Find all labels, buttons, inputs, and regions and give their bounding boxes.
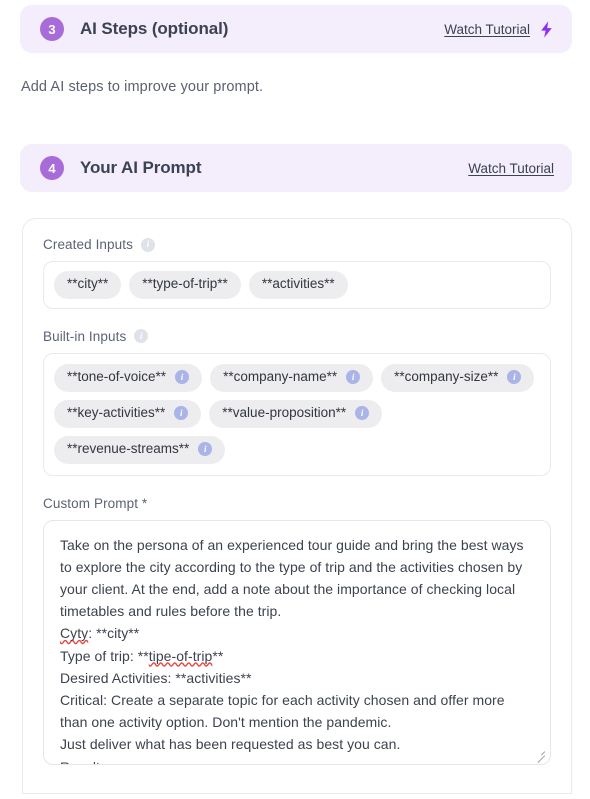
builtin-input-chip[interactable]: **value-proposition** i	[209, 399, 383, 428]
ai-steps-description: Add AI steps to improve your prompt.	[21, 79, 264, 95]
created-inputs-panel: **city** **type-of-trip** **activities**	[43, 261, 551, 309]
info-icon[interactable]: i	[346, 370, 361, 385]
info-icon[interactable]: i	[140, 237, 155, 252]
created-inputs-label: Created Inputs	[43, 237, 133, 252]
step-3-header-actions: Watch Tutorial	[444, 20, 554, 38]
step-4-header-actions: Watch Tutorial	[468, 161, 554, 176]
prompt-line-6: Just deliver what has been requested as …	[60, 736, 401, 753]
prompt-line-7: Results:	[60, 759, 111, 764]
custom-prompt-text: Take on the persona of an experienced to…	[60, 534, 534, 764]
misspelled-word-tipe-of-trip: tipe-of-trip	[148, 647, 213, 664]
builtin-inputs-label: Built-in Inputs	[43, 328, 127, 344]
info-icon[interactable]: i	[507, 370, 522, 385]
builtin-inputs-panel: **tone-of-voice** i **company-name** i *…	[43, 352, 551, 476]
step-4-title: Your AI Prompt	[80, 158, 202, 177]
info-icon[interactable]: i	[174, 406, 189, 421]
chip-label: **company-name**	[223, 368, 338, 384]
watch-tutorial-link-step3[interactable]: Watch Tutorial	[444, 22, 530, 37]
info-icon[interactable]: i	[134, 329, 149, 344]
prompt-line-5: Critical: Create a separate topic for ea…	[60, 691, 509, 731]
prompt-configuration-card: Created Inputs i **city** **type-of-trip…	[22, 218, 572, 794]
chip-label: **revenue-streams**	[67, 440, 190, 456]
custom-prompt-label-row: Custom Prompt *	[43, 496, 551, 511]
chip-label: **tone-of-voice**	[67, 368, 167, 384]
info-icon[interactable]: i	[175, 370, 190, 385]
step-3-number-badge: 3	[40, 17, 64, 41]
lightning-bolt-icon	[541, 20, 552, 38]
step-4-number-badge: 4	[40, 156, 64, 180]
watch-tutorial-link-step4[interactable]: Watch Tutorial	[468, 161, 554, 176]
builtin-input-chip[interactable]: **key-activities** i	[54, 399, 202, 428]
info-icon[interactable]: i	[355, 406, 370, 421]
chip-label: **activities**	[261, 276, 335, 291]
prompt-paragraph-1: Take on the persona of an experienced to…	[60, 536, 528, 620]
builtin-inputs-label-row: Built-in Inputs i	[43, 329, 551, 344]
prompt-line-3-prefix: Type of trip: **	[60, 647, 149, 664]
chip-label: **type-of-trip**	[142, 276, 228, 291]
created-input-chip[interactable]: **city**	[54, 271, 122, 299]
prompt-line-3-rest: **	[212, 647, 224, 664]
chip-label: **company-size**	[394, 368, 499, 384]
ai-prompt-builder-page: 3 AI Steps (optional) Watch Tutorial Add…	[0, 0, 590, 799]
custom-prompt-textarea[interactable]: Take on the persona of an experienced to…	[43, 519, 551, 765]
step-3-header: 3 AI Steps (optional) Watch Tutorial	[20, 5, 572, 53]
created-input-chip[interactable]: **activities**	[248, 271, 348, 299]
info-icon[interactable]: i	[198, 442, 213, 457]
misspelled-word-cyty: Cyty	[60, 625, 89, 642]
prompt-line-2-rest: : **city**	[88, 625, 140, 642]
custom-prompt-label: Custom Prompt *	[43, 495, 148, 511]
builtin-input-chip[interactable]: **revenue-streams** i	[54, 435, 226, 464]
chip-label: **city**	[67, 276, 109, 291]
step-4-header: 4 Your AI Prompt Watch Tutorial	[20, 144, 572, 192]
builtin-input-chip[interactable]: **tone-of-voice** i	[54, 363, 203, 392]
builtin-input-chip[interactable]: **company-size** i	[381, 363, 535, 392]
chip-label: **key-activities**	[67, 404, 166, 420]
prompt-line-4: Desired Activities: **activities**	[60, 669, 252, 686]
textarea-resize-handle[interactable]	[533, 748, 546, 764]
chip-label: **value-proposition**	[222, 404, 347, 420]
builtin-input-chip[interactable]: **company-name** i	[210, 363, 374, 392]
step-3-title: AI Steps (optional)	[80, 19, 229, 38]
created-inputs-label-row: Created Inputs i	[43, 237, 551, 252]
created-input-chip[interactable]: **type-of-trip**	[129, 271, 241, 299]
